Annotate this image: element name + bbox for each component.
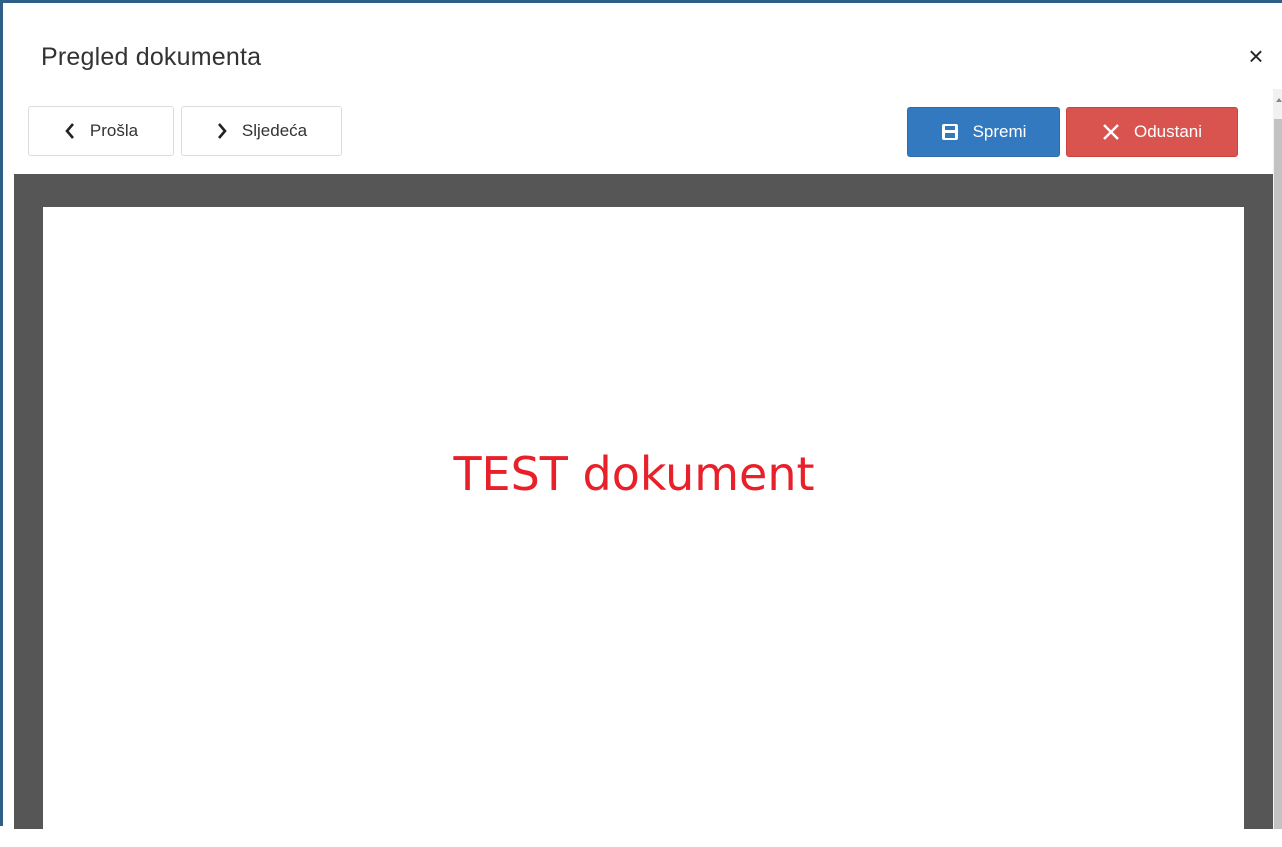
close-x-icon <box>1102 123 1120 141</box>
next-button-label: Sljedeća <box>241 121 308 140</box>
scroll-up-arrow-icon[interactable] <box>1276 91 1282 102</box>
document-viewer: TEST dokument <box>14 174 1273 847</box>
scrollbar-thumb[interactable] <box>1274 119 1282 829</box>
document-page: TEST dokument <box>43 207 1244 847</box>
chevron-right-icon <box>216 123 228 139</box>
close-button[interactable]: × <box>1243 41 1269 71</box>
previous-button[interactable]: Prošla <box>28 106 174 156</box>
next-button[interactable]: Sljedeća <box>181 106 342 156</box>
dialog-title: Pregled dokumenta <box>41 43 262 71</box>
document-content-text: TEST dokument <box>453 447 815 501</box>
save-button-label: Spremi <box>972 122 1027 141</box>
save-button[interactable]: Spremi <box>907 107 1060 157</box>
document-preview-dialog: Pregled dokumenta × Prošla Sljedeća Spre… <box>0 0 1282 847</box>
cancel-button-label: Odustani <box>1133 122 1203 141</box>
floppy-disk-icon <box>941 123 959 141</box>
cancel-button[interactable]: Odustani <box>1066 107 1238 157</box>
chevron-left-icon <box>64 123 76 139</box>
previous-button-label: Prošla <box>89 121 139 140</box>
